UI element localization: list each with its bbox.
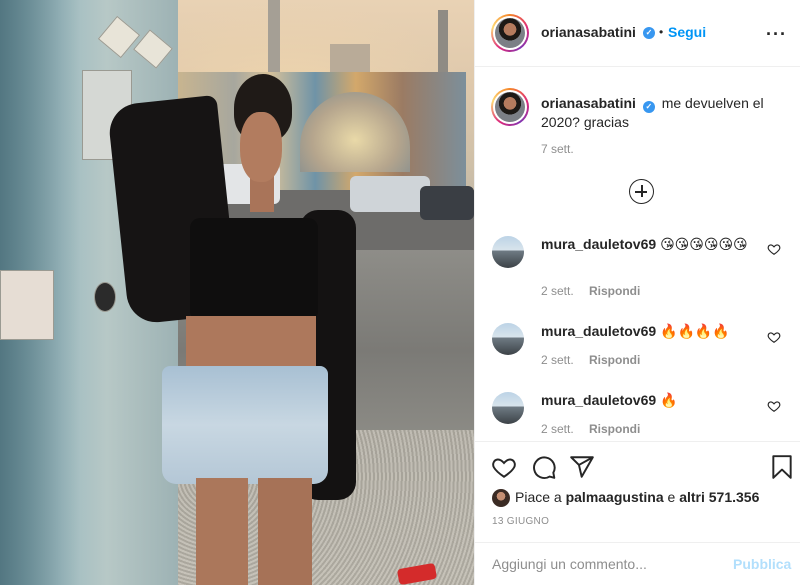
- parked-car: [350, 176, 430, 212]
- like-heart-icon[interactable]: [491, 454, 517, 480]
- comment-input[interactable]: [492, 556, 722, 572]
- comment-username[interactable]: mura_dauletov69: [541, 323, 656, 339]
- comment-text: 🔥🔥🔥🔥: [660, 324, 730, 340]
- person-shorts: [162, 366, 328, 484]
- sticker: [94, 282, 116, 312]
- reply-button[interactable]: Rispondi: [589, 284, 640, 298]
- comment-time[interactable]: 2 sett.: [541, 422, 574, 436]
- more-icon[interactable]: ···: [766, 24, 787, 45]
- commenter-avatar[interactable]: [492, 392, 524, 424]
- share-icon[interactable]: [569, 454, 595, 480]
- comment-icon[interactable]: [531, 454, 557, 480]
- likes-middle: e: [663, 489, 680, 505]
- verified-icon: ✓: [642, 101, 655, 113]
- likes-summary: Piace a palmaagustina e altri 571.356: [515, 489, 759, 505]
- sticker: [0, 270, 54, 340]
- comment: mura_dauletov69 😘😘😘😘😘😘: [541, 234, 761, 256]
- caption: orianasabatini ✓ me devuelven el 2020? g…: [541, 94, 771, 132]
- author-username[interactable]: orianasabatini: [541, 24, 636, 40]
- likes-count[interactable]: altri 571.356: [679, 489, 759, 505]
- commenter-avatar[interactable]: [492, 236, 524, 268]
- post-actions: Piace a palmaagustina e altri 571.356 13…: [475, 441, 800, 585]
- follow-button[interactable]: Segui: [668, 24, 706, 40]
- comment-username[interactable]: mura_dauletov69: [541, 236, 656, 252]
- comment-composer: Pubblica: [475, 542, 800, 585]
- post-photo[interactable]: [0, 0, 474, 585]
- bookmark-icon[interactable]: [769, 454, 795, 480]
- separator-dot: •: [659, 25, 664, 39]
- post-date[interactable]: 13 GIUGNO: [492, 516, 549, 527]
- post-side-panel: orianasabatini ✓ • Segui ··· orianasabat…: [474, 0, 800, 585]
- post-header: orianasabatini ✓ • Segui ···: [475, 0, 800, 67]
- reply-button[interactable]: Rispondi: [589, 353, 640, 367]
- reply-button[interactable]: Rispondi: [589, 422, 640, 436]
- comment-text: 😘😘😘😘😘😘: [660, 237, 748, 253]
- comment: mura_dauletov69 🔥🔥🔥🔥: [541, 321, 761, 343]
- caption-username[interactable]: orianasabatini: [541, 95, 636, 111]
- person-leg: [258, 478, 312, 585]
- liker-avatar[interactable]: [492, 489, 510, 507]
- person-face: [240, 112, 282, 182]
- comment-username[interactable]: mura_dauletov69: [541, 392, 656, 408]
- heart-icon[interactable]: [767, 242, 781, 256]
- likes-prefix: Piace a: [515, 489, 566, 505]
- commenter-avatar[interactable]: [492, 323, 524, 355]
- heart-icon[interactable]: [767, 330, 781, 344]
- comment: mura_dauletov69 🔥: [541, 390, 761, 412]
- verified-icon: ✓: [643, 27, 655, 39]
- add-comments-icon[interactable]: [629, 179, 654, 204]
- person-leg: [196, 478, 248, 585]
- author-avatar[interactable]: [491, 14, 529, 52]
- comment-text: 🔥: [660, 393, 678, 409]
- publish-button[interactable]: Pubblica: [733, 556, 791, 572]
- person-top: [190, 218, 318, 318]
- liker-username[interactable]: palmaagustina: [566, 489, 664, 505]
- comment-time[interactable]: 2 sett.: [541, 353, 574, 367]
- caption-time[interactable]: 7 sett.: [541, 142, 574, 156]
- caption-avatar[interactable]: [491, 88, 529, 126]
- parked-car: [420, 186, 474, 220]
- utility-pole: [268, 0, 280, 80]
- heart-icon[interactable]: [767, 399, 781, 413]
- comment-time[interactable]: 2 sett.: [541, 284, 574, 298]
